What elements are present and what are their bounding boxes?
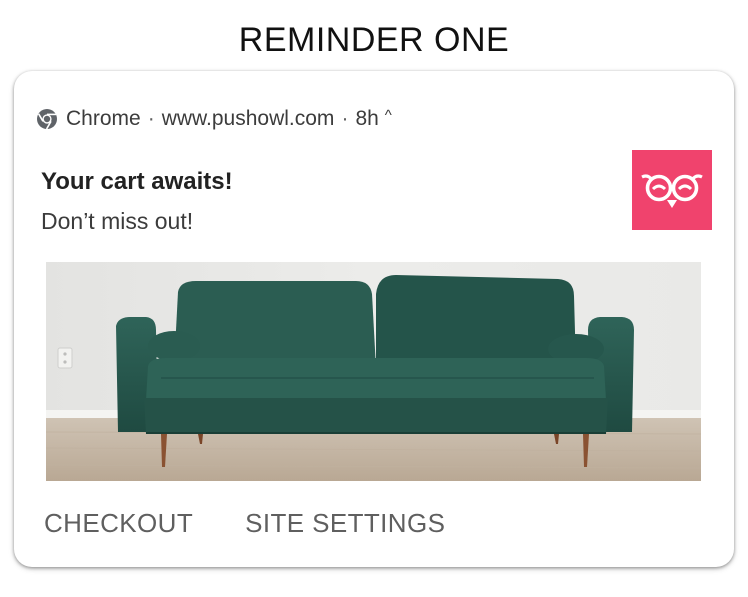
expand-caret-icon[interactable]: ^ [385, 107, 392, 124]
sofa-image [46, 262, 701, 481]
notification-body: Don’t miss out! [41, 208, 194, 234]
notification-actions: CHECKOUT SITE SETTINGS [44, 508, 445, 539]
page: REMINDER ONE Chrome · www.pushowl.com · … [0, 0, 748, 597]
source-app-label: Chrome [66, 107, 141, 130]
time-label: 8h [355, 107, 379, 130]
header-separator: · [341, 107, 349, 130]
notification-header: Chrome · www.pushowl.com · 8h ^ [36, 105, 392, 133]
site-settings-button[interactable]: SITE SETTINGS [245, 508, 445, 539]
chrome-icon [36, 108, 58, 130]
notification-card[interactable]: Chrome · www.pushowl.com · 8h ^ Your car… [14, 71, 734, 567]
page-title: REMINDER ONE [238, 21, 510, 59]
header-separator: · [147, 107, 155, 130]
checkout-button[interactable]: CHECKOUT [44, 508, 193, 539]
domain-label: www.pushowl.com [161, 107, 335, 130]
owl-logo-icon [632, 150, 712, 230]
notification-title: Your cart awaits! [41, 168, 233, 195]
